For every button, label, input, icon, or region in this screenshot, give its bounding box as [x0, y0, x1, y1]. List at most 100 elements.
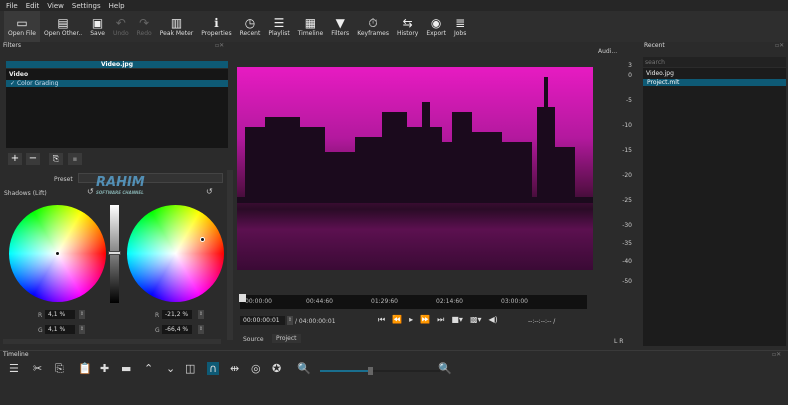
- fast-forward-icon[interactable]: ⏩: [420, 315, 430, 325]
- spinner[interactable]: ⇕: [198, 325, 204, 334]
- ripple-icon[interactable]: ◎: [251, 362, 261, 375]
- scrub-icon[interactable]: ⇹: [230, 362, 239, 375]
- paste-icon[interactable]: 📋: [78, 362, 92, 375]
- video-preview[interactable]: [237, 67, 593, 270]
- wheel-handle[interactable]: [200, 237, 205, 242]
- zoom-out-icon[interactable]: 🔍: [297, 362, 311, 375]
- toolbar-label: Export: [426, 30, 446, 37]
- search-input[interactable]: [643, 57, 786, 67]
- right-r-field[interactable]: -21,2 %: [162, 310, 192, 319]
- skip-previous-icon[interactable]: ⏮: [378, 315, 385, 325]
- deselect-filter-button[interactable]: ▪: [68, 153, 82, 165]
- reset-icon[interactable]: ↺: [206, 187, 213, 196]
- toolbar-history-button[interactable]: ⇆ History: [393, 11, 422, 42]
- zoom-slider[interactable]: [320, 370, 440, 372]
- list-item[interactable]: Video.jpg: [643, 68, 786, 79]
- vertical-scrollbar[interactable]: [227, 170, 233, 340]
- in-out-label: --:--:--:-- /: [528, 318, 556, 325]
- remove-filter-button[interactable]: −: [26, 153, 40, 165]
- meter-scale-label: -50: [622, 278, 632, 285]
- toolbar-peak-meter-button[interactable]: ▥ Peak Meter: [156, 11, 198, 42]
- timecode-field[interactable]: 00:00:00:01: [240, 316, 285, 325]
- lift-icon[interactable]: ⌃: [144, 362, 153, 375]
- city-skyline-image: [237, 77, 593, 203]
- rewind-icon[interactable]: ⏪: [392, 315, 402, 325]
- add-filter-button[interactable]: +: [8, 153, 22, 165]
- append-icon[interactable]: ✚: [100, 362, 109, 375]
- toolbar-label: Jobs: [453, 30, 467, 37]
- spinner[interactable]: ⇕: [287, 316, 293, 325]
- jobs-icon: ≣: [455, 16, 466, 30]
- zoom-view-icon[interactable]: ■▾: [451, 315, 463, 325]
- toolbar-label: Open Other..: [43, 30, 83, 37]
- reset-icon[interactable]: ↺: [87, 187, 94, 196]
- zoom-slider-handle[interactable]: [368, 367, 373, 375]
- play-icon[interactable]: ▸: [409, 315, 413, 325]
- copy-filter-button[interactable]: ⎘: [49, 153, 63, 165]
- toolbar-export-button[interactable]: ◉ Export: [422, 11, 450, 42]
- toolbar-label: Properties: [201, 30, 232, 37]
- g-label: G: [155, 327, 160, 334]
- redo-icon: ↷: [139, 16, 150, 30]
- toolbar-recent-button[interactable]: ◷ Recent: [236, 11, 265, 42]
- export-icon: ◉: [430, 16, 442, 30]
- spinner[interactable]: ⇕: [79, 325, 85, 334]
- menu-file[interactable]: File: [6, 2, 18, 10]
- ruler-label: 01:29:60: [371, 298, 398, 305]
- snap-icon[interactable]: ∩: [207, 362, 220, 375]
- meter-scale-label: -40: [622, 258, 632, 265]
- grid-icon[interactable]: ▩▾: [470, 315, 482, 325]
- dock-buttons-icon[interactable]: ▫✕: [775, 42, 784, 49]
- tab-source[interactable]: Source: [240, 335, 267, 344]
- zoom-in-icon[interactable]: 🔍: [438, 362, 452, 375]
- copy-icon[interactable]: ⎘: [55, 362, 64, 376]
- menu-help[interactable]: Help: [109, 2, 125, 10]
- ripple-all-icon[interactable]: ✪: [272, 362, 281, 375]
- toolbar-properties-button[interactable]: ℹ Properties: [197, 11, 235, 42]
- toolbar-save-button[interactable]: ▣ Save: [86, 11, 109, 42]
- toolbar-undo-button[interactable]: ↶ Undo: [109, 11, 133, 42]
- dock-buttons-icon[interactable]: ▫✕: [772, 351, 781, 358]
- check-icon[interactable]: ✓: [10, 80, 17, 87]
- toolbar-filters-button[interactable]: ▼ Filters: [327, 11, 353, 42]
- playhead[interactable]: [239, 294, 246, 302]
- right-g-field[interactable]: -66,4 %: [162, 325, 192, 334]
- toolbar-keyframes-button[interactable]: ⏱ Keyframes: [353, 11, 393, 42]
- horizontal-scrollbar[interactable]: [3, 339, 221, 344]
- skip-next-icon[interactable]: ⏭: [437, 315, 444, 325]
- filter-list: Video ✓ Color Grading: [6, 69, 228, 148]
- filter-item[interactable]: ✓ Color Grading: [6, 80, 228, 87]
- toolbar-timeline-button[interactable]: ▦ Timeline: [294, 11, 328, 42]
- menu-edit[interactable]: Edit: [26, 2, 40, 10]
- slider-handle[interactable]: [108, 251, 121, 255]
- timeline-ruler[interactable]: 00:00:00 00:44:60 01:29:60 02:14:60 03:0…: [240, 295, 587, 309]
- menu-view[interactable]: View: [47, 2, 64, 10]
- menu-settings[interactable]: Settings: [72, 2, 101, 10]
- tab-project[interactable]: Project: [272, 334, 301, 343]
- toolbar-redo-button[interactable]: ↷ Redo: [133, 11, 156, 42]
- ruler-label: 00:00:00: [245, 298, 272, 305]
- color-wheel-midtones[interactable]: [127, 205, 224, 302]
- dock-buttons-icon[interactable]: ▫✕: [215, 42, 224, 49]
- toolbar-jobs-button[interactable]: ≣ Jobs: [450, 11, 470, 42]
- left-r-field[interactable]: 4,1 %: [45, 310, 75, 319]
- transport-controls: ⏮ ⏪ ▸ ⏩ ⏭ ■▾ ▩▾ ◀): [378, 315, 498, 325]
- filters-title: Filters: [3, 42, 21, 49]
- toolbar-open-file-button[interactable]: ▭ Open File: [4, 11, 40, 42]
- toolbar-playlist-button[interactable]: ☰ Playlist: [264, 11, 293, 42]
- split-icon[interactable]: ◫: [185, 362, 195, 375]
- r-label: R: [155, 312, 160, 319]
- list-item-selected[interactable]: Project.mlt: [643, 79, 786, 86]
- volume-icon[interactable]: ◀): [489, 315, 498, 325]
- remove-icon[interactable]: ▬: [121, 362, 131, 375]
- meter-scale-label: -25: [622, 197, 632, 204]
- toolbar-label: Timeline: [297, 30, 324, 37]
- toolbar-open-other-button[interactable]: ▤ Open Other..: [40, 11, 86, 42]
- left-g-field[interactable]: 4,1 %: [45, 325, 75, 334]
- wheel-handle[interactable]: [55, 251, 60, 256]
- spinner[interactable]: ⇕: [198, 310, 204, 319]
- cut-icon[interactable]: ✂: [33, 362, 42, 375]
- menu-icon[interactable]: ☰: [9, 362, 19, 375]
- spinner[interactable]: ⇕: [79, 310, 85, 319]
- overwrite-icon[interactable]: ⌄: [166, 362, 175, 375]
